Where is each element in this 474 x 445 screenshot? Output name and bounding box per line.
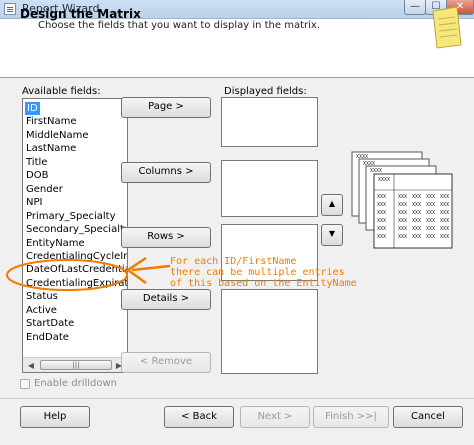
field-list-item[interactable]: Gender — [25, 183, 63, 196]
preview-cell-text: XXX — [412, 194, 421, 200]
field-list-item[interactable]: ID — [25, 102, 40, 115]
preview-cell-text: XXX — [440, 202, 449, 208]
back-button[interactable]: < Back — [164, 406, 234, 428]
page-title: Design the Matrix — [20, 7, 141, 21]
preview-cell-text: XXX — [440, 194, 449, 200]
detail-fields-box[interactable] — [221, 289, 318, 374]
field-list-item[interactable]: CredentialingCycleInYe — [25, 250, 127, 263]
preview-header-text: XXXX — [370, 168, 382, 174]
field-list-item[interactable]: CredentialingExpiration — [25, 277, 127, 290]
preview-cell-text: XXX — [377, 194, 386, 200]
preview-cell-text: XXX — [377, 210, 386, 216]
preview-cell-text: XXX — [440, 210, 449, 216]
enable-drilldown-label: Enable drilldown — [34, 378, 118, 389]
preview-cell-text: XXX — [426, 202, 435, 208]
preview-cell-text: XXX — [398, 234, 407, 240]
page-subtitle: Choose the fields that you want to displ… — [38, 20, 321, 31]
preview-cell-text: XXX — [377, 226, 386, 232]
annotation-line: For each ID/FirstName — [170, 256, 297, 267]
available-fields-list[interactable]: ID FirstName MiddleName LastName Title DOB Gen… — [22, 98, 128, 373]
enable-drilldown-checkbox[interactable] — [20, 379, 30, 389]
field-list-item[interactable]: MiddleName — [25, 129, 89, 142]
field-list-item[interactable]: StartDate — [25, 317, 74, 330]
finish-button[interactable]: Finish >>| — [313, 406, 389, 428]
field-list-item[interactable]: DateOfLastCredentialing — [25, 263, 127, 276]
preview-cell-text: XXX — [426, 194, 435, 200]
arrow-down-icon: ▼ — [328, 229, 336, 238]
remove-button[interactable]: < Remove — [121, 352, 211, 373]
move-down-button[interactable]: ▼ — [321, 224, 343, 246]
preview-cell-text: XXX — [377, 218, 386, 224]
field-list-item[interactable]: Secondary_Specialty — [25, 223, 127, 236]
field-list-item[interactable]: EntityName — [25, 237, 85, 250]
move-up-button[interactable]: ▲ — [321, 194, 343, 216]
preview-cell-text: XXX — [412, 226, 421, 232]
add-to-details-button[interactable]: Details > — [121, 289, 211, 310]
footer-divider — [0, 398, 474, 399]
preview-cell-text: XXX — [377, 234, 386, 240]
field-list-item[interactable]: Primary_Specialty — [25, 210, 116, 223]
preview-cell-text: XXX — [412, 202, 421, 208]
horizontal-scrollbar[interactable]: ◀ ||| ▶ — [23, 357, 127, 372]
field-list-item[interactable]: NPI — [25, 196, 42, 209]
field-list-item[interactable]: LastName — [25, 142, 76, 155]
preview-header-text: XXXX — [378, 177, 390, 183]
preview-cell-text: XXX — [398, 226, 407, 232]
annotation-arrow — [131, 264, 171, 272]
page-fields-box[interactable] — [221, 97, 318, 147]
field-list-item[interactable]: FirstName — [25, 115, 77, 128]
preview-cell-text: XXX — [398, 202, 407, 208]
field-list-item[interactable]: Title — [25, 156, 47, 169]
minimize-button[interactable]: — — [404, 0, 426, 15]
field-list-item[interactable]: DOB — [25, 169, 48, 182]
field-list-item[interactable]: EndDate — [25, 331, 69, 344]
annotation-text: For each ID/FirstName there can be multi… — [170, 256, 357, 289]
preview-cell-text: XXX — [412, 210, 421, 216]
annotation-line: there can be multiple entries — [170, 267, 345, 278]
preview-cell-text: XXX — [398, 218, 407, 224]
matrix-preview-icon: XXXXXXXXXXXXXXXXXXX XXX XXX XXX XXXXXX XXX XXX… — [351, 151, 453, 249]
cancel-button[interactable]: Cancel — [393, 406, 463, 428]
arrow-up-icon: ▲ — [328, 199, 336, 208]
scroll-left-arrow-icon[interactable]: ◀ — [24, 359, 38, 372]
preview-cell-text: XXX — [440, 226, 449, 232]
preview-header-text: XXXX — [356, 154, 368, 160]
preview-cell-text: XXX — [377, 202, 386, 208]
add-to-page-button[interactable]: Page > — [121, 97, 211, 118]
annotation-line: of this based on the EntityName — [170, 278, 357, 289]
available-fields-label: Available fields: — [22, 86, 101, 97]
field-list-item[interactable]: Status — [25, 290, 58, 303]
preview-cell-text: XXX — [412, 218, 421, 224]
preview-cell-text: XXX — [426, 210, 435, 216]
annotation-arrowhead — [125, 256, 147, 285]
preview-cell-text: XXX — [440, 218, 449, 224]
next-button[interactable]: Next > — [240, 406, 310, 428]
preview-cell-text: XXX — [426, 234, 435, 240]
preview-cell-text: XXX — [440, 234, 449, 240]
displayed-fields-label: Displayed fields: — [224, 86, 307, 97]
app-icon — [4, 3, 16, 15]
help-button[interactable]: Help — [20, 406, 90, 428]
wizard-document-icon — [432, 6, 462, 49]
scrollbar-thumb[interactable]: ||| — [40, 360, 112, 370]
preview-header-text: XXXX — [363, 161, 375, 167]
preview-cell-text: XXX — [412, 234, 421, 240]
preview-cell-text: XXX — [426, 218, 435, 224]
preview-cell-text: XXX — [426, 226, 435, 232]
column-fields-box[interactable] — [221, 160, 318, 217]
add-to-rows-button[interactable]: Rows > — [121, 227, 211, 248]
add-to-columns-button[interactable]: Columns > — [121, 162, 211, 183]
preview-cell-text: XXX — [398, 194, 407, 200]
field-list-item[interactable]: Active — [25, 304, 57, 317]
preview-cell-text: XXX — [398, 210, 407, 216]
